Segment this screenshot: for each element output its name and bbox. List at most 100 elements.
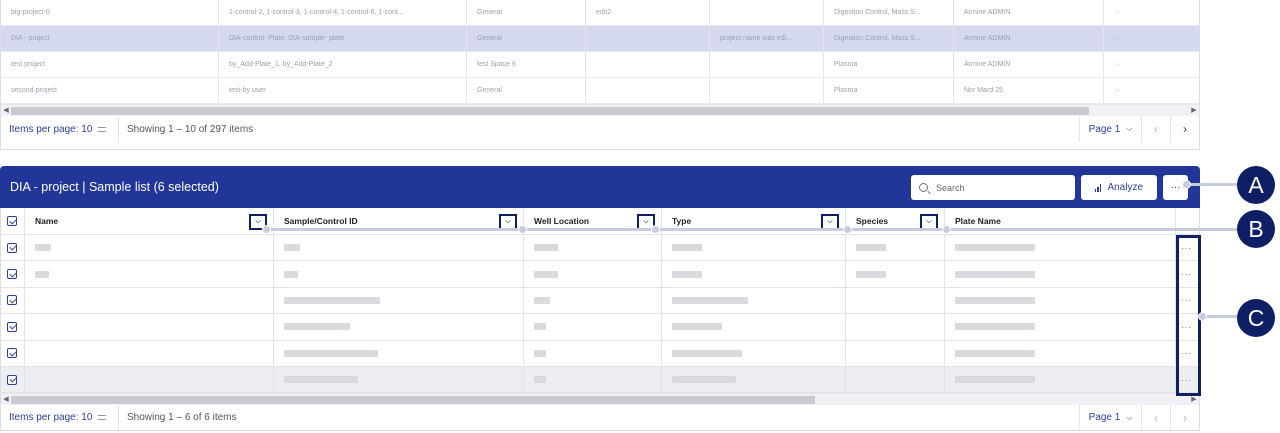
chevron-down-icon: ⌵ (926, 218, 932, 225)
chevron-down-icon: ⌵ (1126, 124, 1133, 133)
callout-a-badge: A (1237, 166, 1275, 204)
ellipsis-icon: ··· (1170, 182, 1181, 193)
sample-cell (25, 314, 274, 340)
prev-page-button[interactable]: ‹ (1141, 405, 1170, 431)
row-checkbox[interactable] (1, 261, 25, 287)
sample-cell (662, 366, 846, 393)
redacted-value (534, 296, 550, 304)
sample-row[interactable]: ··· (1, 261, 1199, 288)
sample-list-header: DIA - project | Sample list (6 selected)… (0, 166, 1200, 208)
sample-cell (274, 340, 524, 366)
sample-row[interactable]: ··· (1, 314, 1199, 341)
callout-c-dot (1198, 312, 1207, 321)
project-cell (710, 78, 824, 103)
sample-cell (524, 340, 662, 366)
row-checkbox[interactable] (1, 340, 25, 366)
project-cell: Armine ADMIN (954, 52, 1104, 77)
chevron-down-icon: ⌵ (255, 218, 261, 225)
projects-horizontal-scrollbar[interactable]: ◀ ▶ (1, 104, 1199, 116)
sample-cell (25, 235, 274, 261)
sample-cell (25, 287, 274, 314)
scroll-right-arrow-icon[interactable]: ▶ (1190, 394, 1198, 406)
projects-pagination: Items per page: 10 Showing 1 – 10 of 297… (1, 116, 1199, 142)
project-row[interactable]: DIA - project DIA-control- Plate, DIA-sam… (1, 26, 1200, 52)
project-cell: big-project-0 (1, 0, 219, 25)
row-more-button[interactable]: ··· (1104, 78, 1200, 103)
row-more-button[interactable]: ··· (1104, 0, 1200, 25)
scroll-left-arrow-icon[interactable]: ◀ (2, 394, 10, 406)
select-all-checkbox[interactable] (1, 208, 25, 234)
sample-cell (524, 287, 662, 314)
column-header-label: Name (35, 216, 59, 226)
project-row[interactable]: test project by_Add-Plate_1, by_Add-Plate… (1, 52, 1200, 78)
projects-panel: big-project-0 1-control-2, 1-control-3, 1… (0, 0, 1200, 150)
column-header-label: Well Location (534, 216, 590, 226)
row-checkbox[interactable] (1, 366, 25, 393)
row-more-button[interactable]: ··· (1104, 26, 1200, 51)
samples-pagination: Items per page: 10 Showing 1 – 6 of 6 it… (0, 405, 1200, 432)
row-checkbox[interactable] (1, 235, 25, 261)
project-row[interactable]: big-project-0 1-control-2, 1-control-3, 1… (1, 0, 1200, 26)
project-row[interactable]: second-project test-by user General Plasma N… (1, 78, 1200, 104)
project-cell: Nor Mard 25 (954, 78, 1104, 103)
scroll-right-arrow-icon[interactable]: ▶ (1190, 105, 1198, 117)
scroll-thumb[interactable] (11, 396, 815, 405)
project-cell: by_Add-Plate_1, by_Add-Plate_2 (219, 52, 467, 77)
sample-cell (274, 366, 524, 393)
search-placeholder: Search (936, 182, 965, 193)
redacted-value (672, 296, 748, 304)
redacted-value (955, 296, 1035, 304)
page-selector[interactable]: Page 1 ⌵ (1079, 405, 1141, 431)
project-cell: test Space 6 (467, 52, 586, 77)
items-per-page-selector[interactable]: Items per page: 10 (1, 116, 119, 142)
project-cell: Digestion Control, Mass S... (824, 0, 954, 25)
redacted-value (672, 349, 742, 357)
showing-count: Showing 1 – 6 of 6 items (127, 412, 237, 424)
column-header-label: Type (672, 216, 692, 226)
row-more-button[interactable]: ··· (1104, 52, 1200, 77)
column-header-label: Species (856, 216, 889, 226)
sample-row[interactable]: ··· (1, 287, 1199, 315)
row-checkbox[interactable] (1, 314, 25, 340)
sample-cell (846, 314, 945, 340)
samples-horizontal-scrollbar[interactable]: ◀ ▶ (0, 393, 1200, 406)
checkbox-checked-icon (7, 269, 17, 280)
redacted-value (35, 244, 51, 252)
chevron-right-icon: › (1183, 410, 1187, 425)
redacted-value (284, 270, 298, 278)
sample-row[interactable]: ··· (1, 235, 1199, 262)
search-input[interactable]: Search (911, 175, 1075, 200)
page-selector[interactable]: Page 1 ⌵ (1079, 116, 1141, 142)
project-cell: Armine ADMIN (954, 0, 1104, 25)
next-page-button[interactable]: › (1170, 405, 1199, 431)
redacted-value (856, 244, 886, 252)
sample-cell (25, 366, 274, 393)
callout-a-dot (1182, 180, 1191, 189)
analyze-button[interactable]: Analyze (1081, 175, 1157, 200)
sample-cell (25, 261, 274, 287)
prev-page-button[interactable]: ‹ (1141, 116, 1170, 142)
sample-row[interactable]: ··· (1, 366, 1199, 394)
sample-cell (25, 340, 274, 366)
sample-cell (274, 261, 524, 287)
project-cell: General (467, 26, 586, 51)
sample-row[interactable]: ··· (1, 340, 1199, 367)
showing-count: Showing 1 – 10 of 297 items (127, 123, 254, 135)
chevron-down-icon: ⌵ (505, 218, 511, 225)
callout-b-dot (843, 225, 852, 234)
scroll-thumb[interactable] (11, 107, 1089, 115)
redacted-value (534, 323, 546, 331)
items-per-page-selector[interactable]: Items per page: 10 (1, 405, 119, 431)
redacted-value (284, 323, 350, 331)
sample-cell (945, 235, 1176, 261)
project-cell: DIA - project (1, 26, 219, 51)
checkbox-checked-icon (7, 374, 17, 385)
project-cell: Plasma (824, 52, 954, 77)
redacted-value (672, 244, 702, 252)
row-checkbox[interactable] (1, 287, 25, 314)
sample-cell (945, 366, 1176, 393)
project-cell: test project (1, 52, 219, 77)
scroll-left-arrow-icon[interactable]: ◀ (2, 105, 10, 117)
next-page-button[interactable]: › (1170, 116, 1199, 142)
redacted-value (284, 244, 300, 252)
